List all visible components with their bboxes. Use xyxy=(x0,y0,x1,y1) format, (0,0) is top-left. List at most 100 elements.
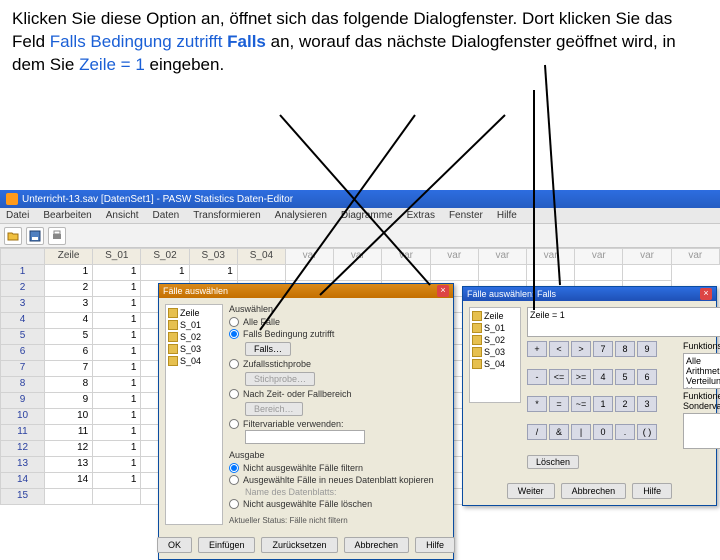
data-cell[interactable]: 1 xyxy=(141,265,189,281)
data-cell[interactable]: 1 xyxy=(93,297,141,313)
data-cell[interactable]: 1 xyxy=(93,425,141,441)
keypad-key[interactable]: 1 xyxy=(593,396,613,412)
radio-filter-out[interactable]: Nicht ausgewählte Fälle filtern xyxy=(229,462,447,474)
row-header[interactable]: 12 xyxy=(1,441,45,457)
close-icon[interactable]: × xyxy=(437,285,449,297)
data-cell[interactable]: 9 xyxy=(45,393,93,409)
data-cell[interactable]: 1 xyxy=(45,265,93,281)
data-cell[interactable]: 10 xyxy=(45,409,93,425)
row-header[interactable]: 13 xyxy=(1,457,45,473)
menu-datei[interactable]: Datei xyxy=(6,210,29,221)
radio-random-sample[interactable]: Zufallsstichprobe xyxy=(229,358,447,370)
keypad-key[interactable]: >= xyxy=(571,369,591,385)
function-group-list[interactable]: Alle Arithmetisch Verteilungsfunktionen … xyxy=(683,353,720,389)
radio-delete-unselected[interactable]: Nicht ausgewählte Fälle löschen xyxy=(229,498,447,510)
col-s01[interactable]: S_01 xyxy=(93,249,141,265)
range-button[interactable]: Bereich… xyxy=(245,402,303,416)
data-cell[interactable]: 13 xyxy=(45,457,93,473)
keypad-key[interactable]: 7 xyxy=(593,341,613,357)
data-cell[interactable] xyxy=(382,265,430,281)
functions-list[interactable] xyxy=(683,413,720,449)
keypad-key[interactable]: 3 xyxy=(637,396,657,412)
data-cell[interactable]: 1 xyxy=(189,265,237,281)
radio-time-range[interactable]: Nach Zeit- oder Fallbereich xyxy=(229,388,447,400)
paste-button[interactable]: Einfügen xyxy=(198,537,256,553)
data-cell[interactable]: 1 xyxy=(93,473,141,489)
close-icon[interactable]: × xyxy=(700,288,712,300)
radio-all-cases[interactable]: Alle Fälle xyxy=(229,316,447,328)
keypad-key[interactable]: < xyxy=(549,341,569,357)
data-cell[interactable] xyxy=(334,265,382,281)
keypad-key[interactable]: 2 xyxy=(615,396,635,412)
data-cell[interactable] xyxy=(237,265,285,281)
radio-copy-dataset[interactable]: Ausgewählte Fälle in neues Datenblatt ko… xyxy=(229,474,447,486)
continue-button[interactable]: Weiter xyxy=(507,483,555,499)
data-cell[interactable] xyxy=(430,265,478,281)
dialog1-titlebar[interactable]: Fälle auswählen × xyxy=(159,284,453,298)
if-button[interactable]: Falls… xyxy=(245,342,291,356)
row-header[interactable]: 6 xyxy=(1,345,45,361)
row-header[interactable]: 15 xyxy=(1,489,45,505)
data-cell[interactable]: 2 xyxy=(45,281,93,297)
help-button[interactable]: Hilfe xyxy=(415,537,455,553)
row-header[interactable]: 11 xyxy=(1,425,45,441)
data-cell[interactable] xyxy=(623,265,671,281)
keypad-key[interactable]: 8 xyxy=(615,341,635,357)
table-row[interactable]: 11111 xyxy=(1,265,720,281)
menu-diagramme[interactable]: Diagramme xyxy=(341,210,393,221)
open-icon[interactable] xyxy=(4,227,22,245)
menu-analysieren[interactable]: Analysieren xyxy=(275,210,327,221)
data-cell[interactable]: 7 xyxy=(45,361,93,377)
data-cell[interactable]: 1 xyxy=(93,457,141,473)
keypad-key[interactable]: 5 xyxy=(615,369,635,385)
data-cell[interactable] xyxy=(286,265,334,281)
col-zeile[interactable]: Zeile xyxy=(45,249,93,265)
keypad-key[interactable]: 9 xyxy=(637,341,657,357)
data-cell[interactable]: 1 xyxy=(93,313,141,329)
row-header[interactable]: 14 xyxy=(1,473,45,489)
data-cell[interactable]: 5 xyxy=(45,329,93,345)
reset-button[interactable]: Zurücksetzen xyxy=(261,537,337,553)
col-s02[interactable]: S_02 xyxy=(141,249,189,265)
keypad-key[interactable]: . xyxy=(615,424,635,440)
save-icon[interactable] xyxy=(26,227,44,245)
data-cell[interactable] xyxy=(527,265,575,281)
variable-list[interactable]: Zeile S_01 S_02 S_03 S_04 xyxy=(165,304,223,525)
keypad-key[interactable]: > xyxy=(571,341,591,357)
menu-daten[interactable]: Daten xyxy=(153,210,180,221)
keypad-key[interactable]: | xyxy=(571,424,591,440)
data-cell[interactable]: 1 xyxy=(93,393,141,409)
menu-fenster[interactable]: Fenster xyxy=(449,210,483,221)
data-cell[interactable]: 8 xyxy=(45,377,93,393)
cancel-button[interactable]: Abbrechen xyxy=(344,537,410,553)
row-header[interactable]: 3 xyxy=(1,297,45,313)
row-header[interactable]: 5 xyxy=(1,329,45,345)
data-cell[interactable]: 1 xyxy=(93,281,141,297)
keypad-key[interactable]: ~= xyxy=(571,396,591,412)
data-cell[interactable] xyxy=(575,265,623,281)
col-s03[interactable]: S_03 xyxy=(189,249,237,265)
data-cell[interactable]: 11 xyxy=(45,425,93,441)
menu-hilfe[interactable]: Hilfe xyxy=(497,210,517,221)
keypad-key[interactable]: / xyxy=(527,424,547,440)
keypad-key[interactable]: & xyxy=(549,424,569,440)
row-header[interactable]: 2 xyxy=(1,281,45,297)
keypad-key[interactable]: 0 xyxy=(593,424,613,440)
keypad-key[interactable]: * xyxy=(527,396,547,412)
data-cell[interactable]: 1 xyxy=(93,329,141,345)
data-cell[interactable]: 1 xyxy=(93,441,141,457)
data-cell[interactable] xyxy=(45,489,93,505)
data-cell[interactable]: 14 xyxy=(45,473,93,489)
cancel-button[interactable]: Abbrechen xyxy=(561,483,627,499)
radio-if-condition[interactable]: Falls Bedingung zutrifft xyxy=(229,328,447,340)
filter-variable-input[interactable] xyxy=(245,430,365,444)
keypad-key[interactable]: 6 xyxy=(637,369,657,385)
data-cell[interactable]: 1 xyxy=(93,361,141,377)
menu-transformieren[interactable]: Transformieren xyxy=(193,210,260,221)
data-cell[interactable]: 3 xyxy=(45,297,93,313)
menu-ansicht[interactable]: Ansicht xyxy=(106,210,139,221)
data-cell[interactable]: 12 xyxy=(45,441,93,457)
data-cell[interactable]: 1 xyxy=(93,377,141,393)
delete-button[interactable]: Löschen xyxy=(527,455,579,469)
sample-button[interactable]: Stichprobe… xyxy=(245,372,315,386)
